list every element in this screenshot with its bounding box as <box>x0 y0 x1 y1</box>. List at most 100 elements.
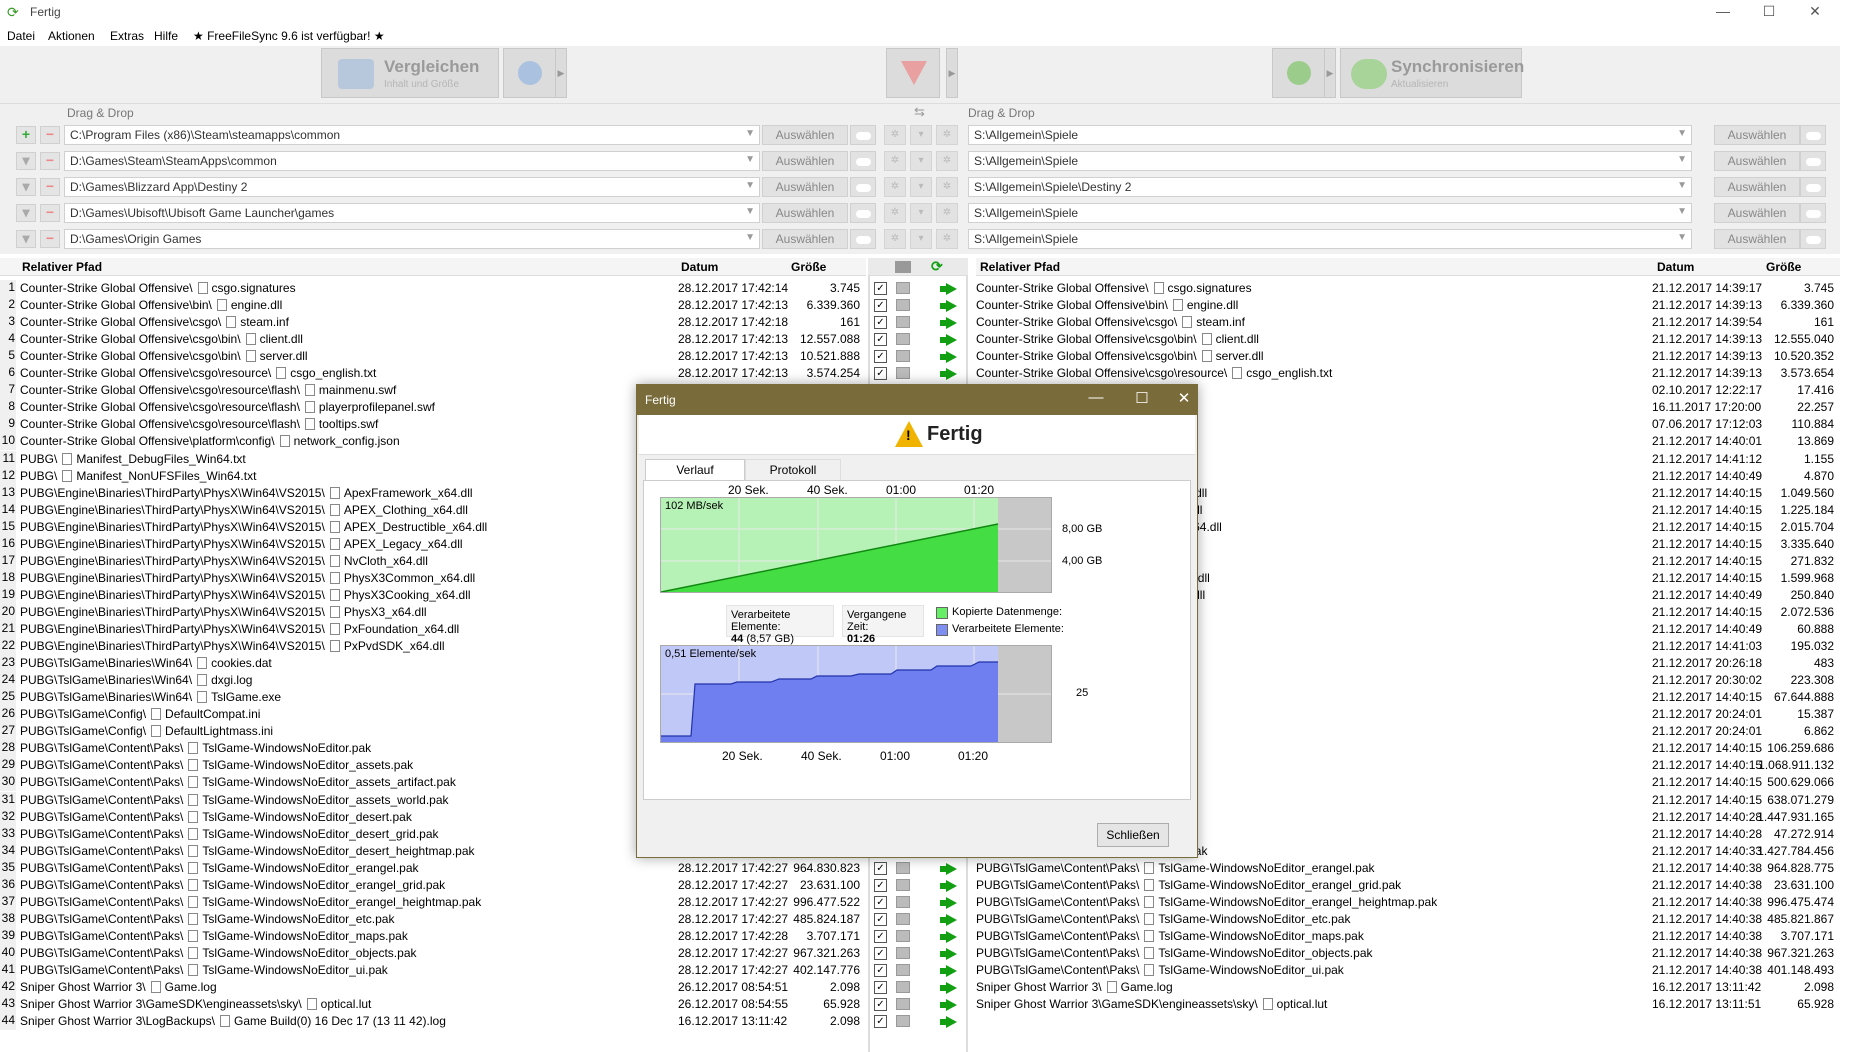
gear-icon[interactable]: ✲ <box>884 125 906 145</box>
table-row[interactable]: 2 Counter-Strike Global Offensive\bin\ eng… <box>0 297 866 315</box>
table-row[interactable]: PUBG\TslGame\Content\Paks\ TslGame-Window… <box>976 945 1840 962</box>
table-row[interactable]: 40 PUBG\TslGame\Content\Paks\ TslGame-Wind… <box>0 944 866 962</box>
table-row[interactable]: Counter-Strike Global Offensive\csgo\bin… <box>976 348 1840 365</box>
sync-right-arrow-icon[interactable] <box>940 351 957 364</box>
gear-icon[interactable]: ✲ <box>884 177 906 197</box>
collapse-folder-pair-button[interactable]: ▾ <box>16 178 36 196</box>
tab-protokoll[interactable]: Protokoll <box>745 459 841 481</box>
cloud-icon[interactable] <box>850 177 876 197</box>
gear-icon[interactable]: ✲ <box>884 203 906 223</box>
table-row[interactable]: PUBG\TslGame\Content\Paks\ TslGame-Window… <box>976 894 1840 911</box>
collapse-folder-pair-button[interactable]: ▾ <box>16 204 36 222</box>
filter-icon[interactable]: ▾ <box>910 203 932 223</box>
sync-right-arrow-icon[interactable] <box>940 879 957 892</box>
table-row[interactable]: PUBG\TslGame\Content\Paks\ TslGame-Window… <box>976 962 1840 979</box>
gear-icon[interactable]: ✲ <box>936 203 958 223</box>
filter-button[interactable] <box>886 48 940 98</box>
choose-left-folder-button[interactable]: Auswählen <box>762 177 848 197</box>
right-folder-input[interactable]: S:\Allgemein\Spiele ▼ <box>968 203 1692 223</box>
update-available-link[interactable]: ★ FreeFileSync 9.6 ist verfügbar! ★ <box>193 29 385 43</box>
sync-right-arrow-icon[interactable] <box>940 1016 957 1029</box>
collapse-folder-pair-button[interactable]: ▾ <box>16 152 36 170</box>
include-checkbox[interactable]: ✓ <box>874 929 887 943</box>
include-checkbox[interactable]: ✓ <box>874 912 887 926</box>
gear-icon[interactable]: ✲ <box>884 229 906 249</box>
include-checkbox[interactable]: ✓ <box>874 946 887 960</box>
table-row[interactable]: 37 PUBG\TslGame\Content\Paks\ TslGame-Wind… <box>0 893 866 911</box>
include-checkbox[interactable]: ✓ <box>874 350 887 364</box>
choose-right-folder-button[interactable]: Auswählen <box>1714 203 1800 223</box>
choose-right-folder-button[interactable]: Auswählen <box>1714 177 1800 197</box>
include-checkbox[interactable]: ✓ <box>874 333 887 347</box>
gear-icon[interactable]: ✲ <box>936 177 958 197</box>
include-checkbox[interactable]: ✓ <box>874 282 887 295</box>
chevron-down-icon[interactable]: ▼ <box>1677 232 1687 243</box>
minimize-button[interactable]: — <box>1700 0 1746 24</box>
gear-icon[interactable]: ✲ <box>884 151 906 171</box>
left-folder-input[interactable]: C:\Program Files (x86)\Steam\steamapps\c… <box>64 125 760 145</box>
sync-right-arrow-icon[interactable] <box>940 999 957 1012</box>
chevron-down-icon[interactable]: ▼ <box>745 206 755 217</box>
sync-right-arrow-icon[interactable] <box>940 982 957 995</box>
filter-icon[interactable]: ▾ <box>910 229 932 249</box>
table-row[interactable]: 38 PUBG\TslGame\Content\Paks\ TslGame-Wind… <box>0 910 866 928</box>
table-row[interactable]: PUBG\TslGame\Content\Paks\ TslGame-Window… <box>976 860 1840 877</box>
table-row[interactable]: 36 PUBG\TslGame\Content\Paks\ TslGame-Wind… <box>0 876 866 894</box>
include-checkbox[interactable]: ✓ <box>874 367 887 381</box>
remove-folder-pair-button[interactable]: − <box>40 230 60 248</box>
cloud-icon[interactable] <box>1800 125 1826 145</box>
table-row[interactable]: 6 Counter-Strike Global Offensive\csgo\re… <box>0 365 866 383</box>
choose-right-folder-button[interactable]: Auswählen <box>1714 125 1800 145</box>
sync-right-arrow-icon[interactable] <box>940 317 957 330</box>
table-row[interactable]: Counter-Strike Global Offensive\csgo\res… <box>976 365 1840 382</box>
sync-right-arrow-icon[interactable] <box>940 862 957 875</box>
left-folder-input[interactable]: D:\Games\Origin Games ▼ <box>64 229 760 249</box>
include-checkbox[interactable]: ✓ <box>874 861 887 875</box>
filter-icon[interactable]: ▾ <box>910 125 932 145</box>
left-folder-input[interactable]: D:\Games\Blizzard App\Destiny 2 ▼ <box>64 177 760 197</box>
table-row[interactable]: 43 Sniper Ghost Warrior 3\GameSDK\enginea… <box>0 996 866 1014</box>
col-size-right[interactable]: Größe <box>1766 260 1801 274</box>
cloud-icon[interactable] <box>1800 177 1826 197</box>
sync-right-arrow-icon[interactable] <box>940 965 957 977</box>
menu-datei[interactable]: Datei <box>7 29 35 43</box>
gear-icon[interactable]: ✲ <box>936 151 958 171</box>
sync-right-arrow-icon[interactable] <box>940 930 957 943</box>
cloud-icon[interactable] <box>850 229 876 249</box>
table-row[interactable]: Counter-Strike Global Offensive\csgo\bin… <box>976 331 1840 348</box>
col-size[interactable]: Größe <box>791 260 826 274</box>
table-row[interactable]: 39 PUBG\TslGame\Content\Paks\ TslGame-Wind… <box>0 927 866 945</box>
swap-sides-icon[interactable]: ⇆ <box>914 104 925 120</box>
chevron-down-icon[interactable]: ▼ <box>1677 128 1687 139</box>
compare-button[interactable]: Vergleichen Inhalt und Größe <box>321 48 499 98</box>
table-row[interactable]: 5 Counter-Strike Global Offensive\csgo\bi… <box>0 348 866 366</box>
chevron-down-icon[interactable]: ▼ <box>1677 180 1687 191</box>
table-row[interactable]: PUBG\TslGame\Content\Paks\ TslGame-Window… <box>976 928 1840 945</box>
sync-right-arrow-icon[interactable] <box>940 283 957 295</box>
table-row[interactable]: Sniper Ghost Warrior 3\GameSDK\engineass… <box>976 996 1840 1013</box>
chevron-down-icon[interactable]: ▼ <box>745 180 755 191</box>
cloud-icon[interactable] <box>1800 229 1826 249</box>
include-checkbox[interactable]: ✓ <box>874 1015 887 1029</box>
cloud-icon[interactable] <box>850 203 876 223</box>
right-folder-input[interactable]: S:\Allgemein\Spiele ▼ <box>968 125 1692 145</box>
chevron-down-icon[interactable]: ▼ <box>1677 154 1687 165</box>
compare-dropdown-arrow[interactable]: ▶ <box>555 48 567 98</box>
add-folder-pair-button[interactable]: + <box>16 126 36 144</box>
remove-folder-pair-button[interactable]: − <box>40 152 60 170</box>
menu-hilfe[interactable]: Hilfe <box>154 29 178 43</box>
sync-right-arrow-icon[interactable] <box>940 896 957 909</box>
maximize-button[interactable]: ☐ <box>1746 0 1792 24</box>
table-row[interactable]: Counter-Strike Global Offensive\bin\ engi… <box>976 297 1840 314</box>
choose-left-folder-button[interactable]: Auswählen <box>762 203 848 223</box>
left-folder-input[interactable]: D:\Games\Steam\SteamApps\common ▼ <box>64 151 760 171</box>
close-button[interactable]: Schließen <box>1097 823 1169 847</box>
category-icon[interactable] <box>895 261 911 273</box>
right-folder-input[interactable]: S:\Allgemein\Spiele\Destiny 2 ▼ <box>968 177 1692 197</box>
gear-icon[interactable]: ✲ <box>936 229 958 249</box>
choose-right-folder-button[interactable]: Auswählen <box>1714 229 1800 249</box>
col-date-right[interactable]: Datum <box>1657 260 1694 274</box>
gear-icon[interactable]: ✲ <box>936 125 958 145</box>
chevron-down-icon[interactable]: ▼ <box>1677 206 1687 217</box>
include-checkbox[interactable]: ✓ <box>874 998 887 1012</box>
